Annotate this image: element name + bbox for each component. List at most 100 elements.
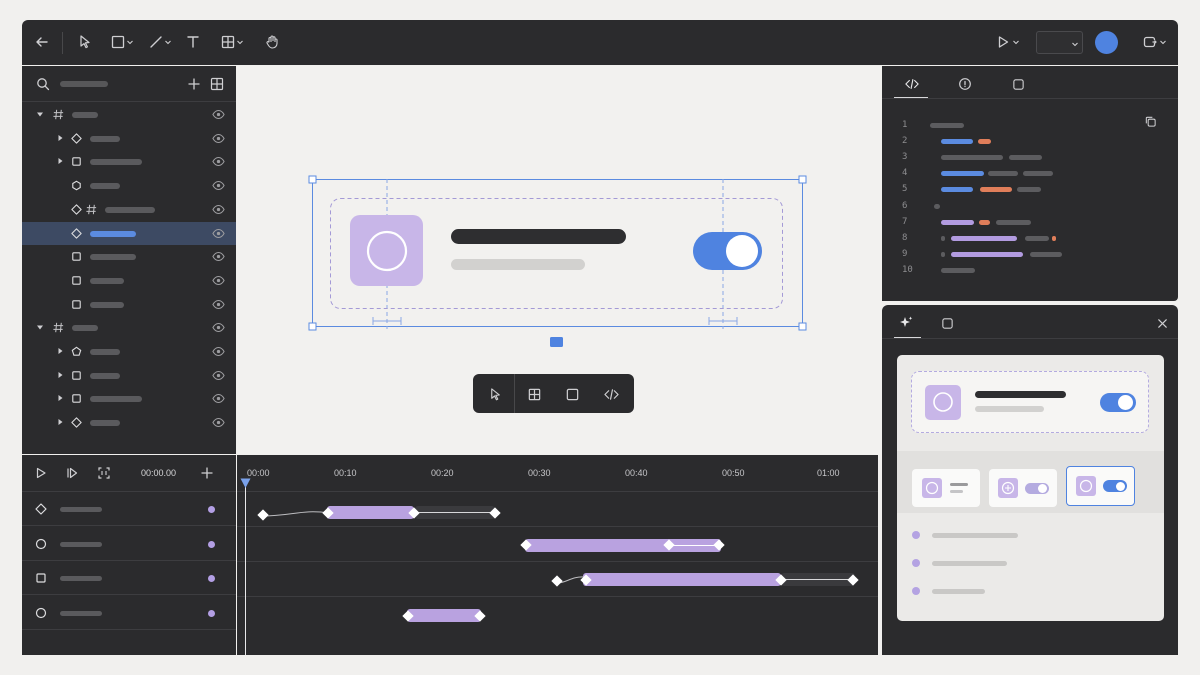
caret-right-icon[interactable] — [55, 393, 65, 403]
layer-row[interactable] — [22, 150, 236, 173]
square-icon[interactable] — [562, 384, 582, 404]
square-icon[interactable] — [937, 313, 957, 333]
frame-grid-icon[interactable] — [524, 384, 544, 404]
chevron-down-icon[interactable] — [1011, 32, 1021, 52]
sparkle-icon[interactable] — [896, 313, 916, 333]
layer-row[interactable] — [22, 269, 236, 292]
search-icon[interactable] — [33, 74, 53, 94]
layer-row[interactable] — [22, 364, 236, 387]
layer-row[interactable] — [22, 293, 236, 316]
plus-icon[interactable] — [184, 74, 204, 94]
code-icon[interactable] — [902, 74, 922, 94]
eye-icon[interactable] — [212, 228, 225, 239]
caret-down-icon[interactable] — [35, 322, 45, 332]
card-toggle-switch[interactable] — [693, 232, 762, 270]
code-token-placeholder — [1009, 155, 1042, 161]
caret-right-icon[interactable] — [55, 370, 65, 380]
track-row[interactable] — [22, 596, 236, 631]
copy-icon[interactable] — [1140, 111, 1160, 131]
code-token-placeholder — [1023, 171, 1053, 177]
chevron-down-icon[interactable] — [235, 32, 245, 52]
eye-icon[interactable] — [212, 251, 225, 262]
caret-right-icon[interactable] — [55, 133, 65, 143]
pointer-icon[interactable] — [485, 384, 505, 404]
chevron-down-icon[interactable] — [125, 32, 135, 52]
square-icon — [70, 274, 83, 287]
eye-icon[interactable] — [212, 299, 225, 310]
eye-icon[interactable] — [212, 109, 225, 120]
card-icon-tile[interactable] — [350, 215, 423, 286]
preview-card[interactable] — [911, 371, 1149, 433]
chevron-down-icon[interactable] — [163, 32, 173, 52]
square-icon[interactable] — [1008, 74, 1028, 94]
share-icon[interactable] — [1140, 32, 1160, 52]
zoom-select[interactable] — [1036, 31, 1083, 54]
caret-right-icon[interactable] — [55, 156, 65, 166]
layer-row[interactable] — [22, 127, 236, 150]
eye-icon[interactable] — [212, 204, 225, 215]
chevron-down-icon[interactable] — [1158, 32, 1168, 52]
plus-icon[interactable] — [197, 463, 217, 483]
avatar[interactable] — [1095, 31, 1118, 54]
chevron-down-icon — [1072, 42, 1078, 47]
track-row[interactable] — [22, 492, 236, 526]
hash-icon — [52, 108, 65, 121]
variant-icon-tile — [1076, 476, 1096, 496]
track-row[interactable] — [22, 561, 236, 596]
variant-card-2[interactable] — [989, 469, 1057, 507]
track-row[interactable] — [22, 527, 236, 561]
animation-clip[interactable] — [583, 573, 781, 586]
code-icon[interactable] — [601, 384, 621, 404]
layers-panel — [22, 66, 236, 454]
layer-row[interactable] — [22, 198, 236, 221]
playhead-line — [245, 485, 246, 655]
caret-right-icon[interactable] — [55, 346, 65, 356]
text-icon[interactable] — [183, 32, 203, 52]
layer-row[interactable] — [22, 103, 236, 126]
layer-row[interactable] — [22, 174, 236, 197]
animation-clip[interactable] — [327, 506, 414, 519]
code-token-placeholder — [1017, 187, 1041, 193]
layer-row[interactable] — [22, 316, 236, 339]
panel-divider — [882, 338, 1178, 339]
layer-row[interactable] — [22, 411, 236, 434]
layer-row[interactable] — [22, 221, 236, 245]
hand-icon[interactable] — [262, 32, 282, 52]
time-tick-label: 00:30 — [528, 468, 551, 478]
eye-icon[interactable] — [212, 180, 225, 191]
property-dot — [912, 587, 920, 595]
eye-icon[interactable] — [212, 417, 225, 428]
back-arrow-icon[interactable] — [32, 32, 52, 52]
eye-icon[interactable] — [212, 370, 225, 381]
layer-row[interactable] — [22, 340, 236, 363]
design-canvas[interactable] — [237, 66, 881, 454]
play-icon[interactable] — [31, 463, 51, 483]
line-number: 2 — [902, 136, 908, 147]
variant-card-3[interactable] — [1066, 466, 1135, 506]
play-icon[interactable] — [993, 32, 1013, 52]
eye-icon[interactable] — [212, 322, 225, 333]
code-token-placeholder — [979, 219, 990, 225]
eye-icon[interactable] — [212, 275, 225, 286]
floating-toolbar — [473, 374, 634, 413]
eye-icon[interactable] — [212, 156, 225, 167]
info-icon[interactable] — [955, 74, 975, 94]
code-token-placeholder — [980, 187, 1012, 193]
caret-right-icon[interactable] — [55, 417, 65, 427]
fit-frame-icon[interactable] — [94, 463, 114, 483]
step-forward-icon[interactable] — [62, 463, 82, 483]
variant-card-1[interactable] — [912, 469, 980, 507]
eye-icon[interactable] — [212, 133, 225, 144]
animation-clip[interactable] — [407, 609, 481, 622]
layer-row[interactable] — [22, 387, 236, 410]
eye-icon[interactable] — [212, 393, 225, 404]
grid-icon[interactable] — [207, 74, 227, 94]
layer-row[interactable] — [22, 245, 236, 268]
caret-down-icon[interactable] — [35, 109, 45, 119]
pointer-icon[interactable] — [75, 32, 95, 52]
eye-icon[interactable] — [212, 346, 225, 357]
timeline-tracks[interactable]: 00:00 00:10 00:20 00:30 00:40 00:50 01:00 — [237, 455, 878, 655]
close-icon[interactable] — [1152, 313, 1172, 333]
playhead-handle[interactable] — [240, 478, 251, 489]
preview-toggle-switch[interactable] — [1100, 393, 1136, 412]
